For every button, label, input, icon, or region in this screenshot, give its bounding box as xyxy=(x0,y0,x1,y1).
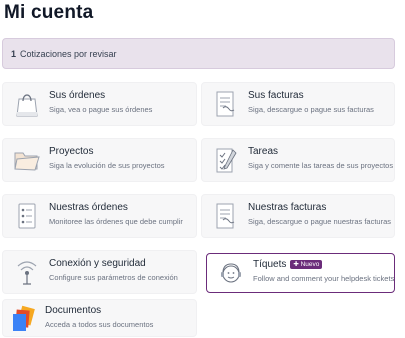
card-description: Monitoree las órdenes que debe cumplir xyxy=(49,217,183,226)
card-proyectos[interactable]: Proyectos Siga la evolución de sus proye… xyxy=(2,138,197,182)
card-title: Tíquets ✚ Nuevo xyxy=(253,258,394,271)
card-description: Acceda a todos sus documentos xyxy=(45,320,154,329)
connection-icon xyxy=(13,257,41,287)
card-title: Documentos xyxy=(45,305,102,316)
shopping-bag-icon xyxy=(13,89,41,119)
card-title: Proyectos xyxy=(49,146,94,157)
card-description: Siga, vea o pague sus órdenes xyxy=(49,105,153,114)
card-conexion-seguridad[interactable]: Conexión y seguridad Configure sus parám… xyxy=(2,250,197,294)
card-sus-ordenes[interactable]: Sus órdenes Siga, vea o pague sus órdene… xyxy=(2,82,197,126)
card-description: Siga la evolución de sus proyectos xyxy=(49,161,165,170)
card-description: Follow and comment your helpdesk tickets xyxy=(253,274,395,283)
card-title: Nuestras facturas xyxy=(248,202,327,213)
card-title: Nuestras órdenes xyxy=(49,202,128,213)
page-title: Mi cuenta xyxy=(4,2,94,23)
card-title: Sus órdenes xyxy=(49,90,106,101)
alert-text: Cotizaciones por revisar xyxy=(20,48,117,59)
invoice-icon xyxy=(212,89,240,119)
card-nuestras-facturas[interactable]: Nuestras facturas Siga, descargue o pagu… xyxy=(201,194,395,238)
card-nuestras-ordenes[interactable]: Nuestras órdenes Monitoree las órdenes q… xyxy=(2,194,197,238)
card-description: Configure sus parámetros de conexión xyxy=(49,273,178,282)
folder-icon xyxy=(13,145,41,175)
card-title: Sus facturas xyxy=(248,90,304,101)
card-description: Siga, descargue o pague nuestras factura… xyxy=(248,217,392,226)
invoice-icon xyxy=(212,201,240,231)
card-tareas[interactable]: Tareas Siga y comente las tareas de sus … xyxy=(201,138,395,182)
new-badge: ✚ Nuevo xyxy=(290,260,323,269)
documents-icon xyxy=(9,304,37,334)
card-description: Siga y comente las tareas de sus proyect… xyxy=(248,161,394,170)
card-title-text: Tíquets xyxy=(253,259,287,270)
task-checklist-icon xyxy=(212,145,240,175)
card-title: Conexión y seguridad xyxy=(49,258,146,269)
card-sus-facturas[interactable]: Sus facturas Siga, descargue o pague sus… xyxy=(201,82,395,126)
order-list-icon xyxy=(13,201,41,231)
card-description: Siga, descargue o pague sus facturas xyxy=(248,105,374,114)
alert-count: 1 xyxy=(11,48,17,59)
card-title: Tareas xyxy=(248,146,279,157)
quotations-alert[interactable]: 1 Cotizaciones por revisar xyxy=(2,38,395,69)
card-documentos[interactable]: Documentos Acceda a todos sus documentos xyxy=(2,299,197,337)
card-tiquets[interactable]: Tíquets ✚ Nuevo Follow and comment your h… xyxy=(206,253,395,293)
helpdesk-icon xyxy=(217,258,245,288)
